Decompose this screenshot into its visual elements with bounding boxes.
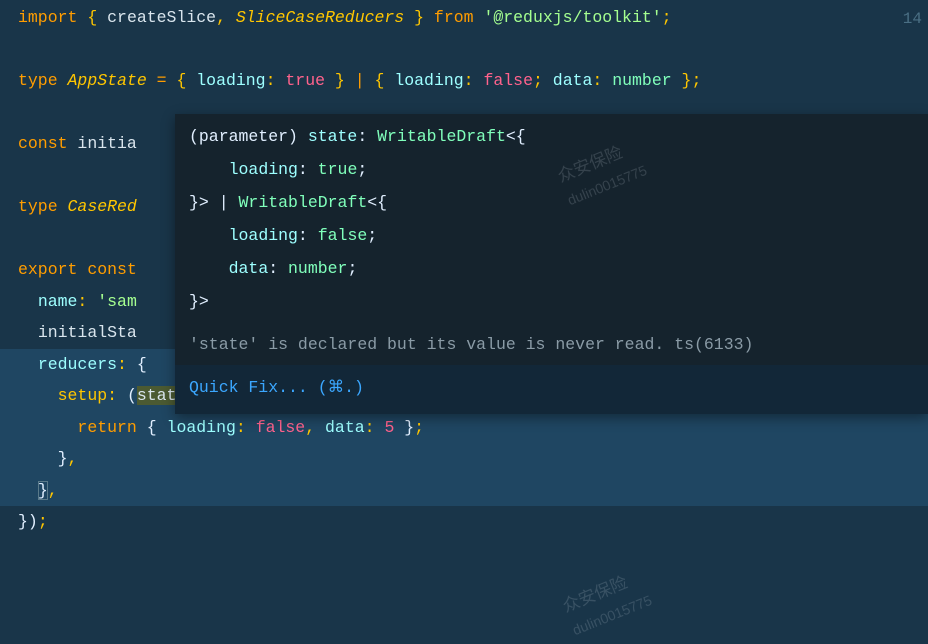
code-line[interactable]: type AppState = { loading: true } | { lo…	[18, 65, 928, 97]
watermark: 众安保险 dulin0015775	[558, 561, 657, 643]
code-line-highlighted[interactable]: },	[0, 443, 928, 475]
code-line-highlighted[interactable]: },	[0, 475, 928, 507]
diagnostic-message: 'state' is declared but its value is nev…	[175, 324, 928, 365]
line-number: 14	[903, 4, 922, 34]
code-line[interactable]	[18, 34, 928, 66]
code-line[interactable]: });	[18, 506, 928, 538]
hover-tooltip[interactable]: (parameter) state: WritableDraft<{ loadi…	[175, 114, 928, 414]
code-line[interactable]: import { createSlice, SliceCaseReducers …	[18, 2, 928, 34]
matching-brace: }	[38, 481, 48, 500]
code-line-highlighted[interactable]: return { loading: false, data: 5 };	[0, 412, 928, 444]
quick-fix-link[interactable]: Quick Fix... (⌘.)	[175, 365, 928, 414]
type-signature: (parameter) state: WritableDraft<{ loadi…	[175, 114, 928, 324]
